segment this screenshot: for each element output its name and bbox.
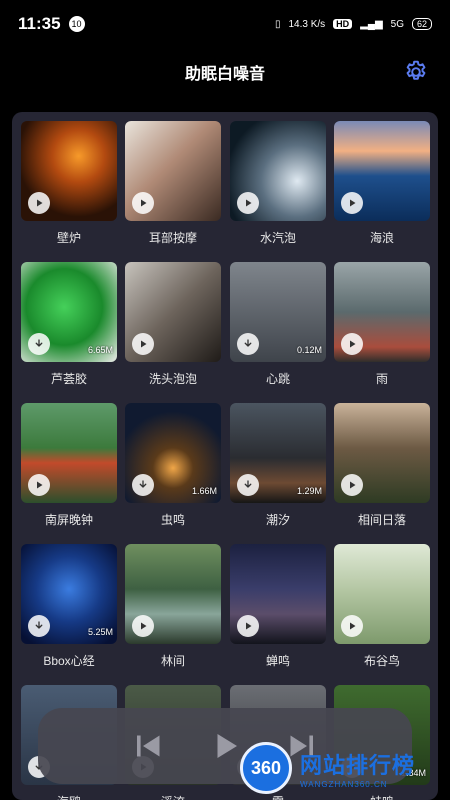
battery-indicator: 62	[411, 18, 432, 30]
file-size: 5.25M	[87, 627, 113, 637]
sound-tile[interactable]: 蝉鸣	[230, 544, 326, 669]
page-header: 助眠白噪音	[0, 48, 450, 96]
play-icon[interactable]	[205, 726, 245, 766]
sound-label: 雨	[375, 372, 388, 386]
sound-tile[interactable]: 南屏晚钟	[21, 403, 117, 528]
sound-label: 溪流	[125, 794, 221, 800]
status-bar: 11:35 10 ▯ 14.3 K/s HD ▂▄▆ 5G 62	[0, 0, 450, 48]
sound-label: 布谷鸟	[363, 654, 400, 668]
gear-icon[interactable]	[402, 58, 430, 86]
sound-tile[interactable]: 1.66M 虫鸣	[125, 403, 221, 528]
download-icon[interactable]	[28, 615, 50, 637]
skip-previous-icon[interactable]	[129, 726, 169, 766]
sound-tile[interactable]: 0.12M 心跳	[230, 262, 326, 387]
sound-label: 潮汐	[265, 513, 290, 527]
status-right: ▯ 14.3 K/s HD ▂▄▆ 5G 62	[275, 18, 432, 30]
hd-badge: HD	[333, 19, 353, 29]
sound-tile[interactable]: 壁炉	[21, 121, 117, 246]
watermark: 360 网站排行榜 WANGZHAN360.CN	[240, 736, 450, 800]
file-size: 1.29M	[296, 486, 322, 496]
play-icon[interactable]	[28, 474, 50, 496]
sound-thumbnail[interactable]: 1.66M	[125, 403, 221, 503]
network-type: 5G	[390, 18, 404, 30]
sound-tile[interactable]: 1.29M 潮汐	[230, 403, 326, 528]
play-icon[interactable]	[341, 333, 363, 355]
sound-label: 相间日落	[357, 513, 406, 527]
sound-thumbnail[interactable]	[21, 403, 117, 503]
play-icon[interactable]	[28, 192, 50, 214]
sound-label: 林间	[160, 654, 185, 668]
sound-thumbnail[interactable]	[334, 403, 430, 503]
sound-label: 心跳	[265, 372, 290, 386]
sound-thumbnail[interactable]: 1.29M	[230, 403, 326, 503]
status-time: 11:35	[18, 14, 61, 33]
sound-thumbnail[interactable]	[230, 121, 326, 221]
network-speed: 14.3 K/s	[288, 18, 326, 30]
file-size: 1.66M	[191, 486, 217, 496]
sound-label: 蝉鸣	[265, 654, 290, 668]
sound-label: 水汽泡	[259, 231, 296, 245]
signal-icon: ▂▄▆	[360, 18, 383, 30]
sound-tile[interactable]: 5.25M Bbox心经	[21, 544, 117, 669]
sound-thumbnail[interactable]: 0.12M	[230, 262, 326, 362]
notification-badge: 10	[68, 16, 85, 32]
sound-panel: 壁炉 耳部按摩 水汽泡 海浪 6.65M 芦荟胶 洗头泡泡 0.12M 心跳 雨南屏晚钟 1.66M…	[12, 112, 438, 800]
sound-tile[interactable]: 海浪	[334, 121, 430, 246]
play-icon[interactable]	[237, 615, 259, 637]
play-icon[interactable]	[341, 615, 363, 637]
play-icon[interactable]	[132, 615, 154, 637]
watermark-logo: 360	[240, 742, 292, 794]
sound-thumbnail[interactable]	[334, 121, 430, 221]
sound-thumbnail[interactable]	[334, 544, 430, 644]
play-icon[interactable]	[132, 192, 154, 214]
sound-label: 海鸥	[21, 794, 117, 800]
sound-thumbnail[interactable]	[21, 121, 117, 221]
sound-thumbnail[interactable]	[125, 262, 221, 362]
play-icon[interactable]	[341, 192, 363, 214]
file-size: 6.65M	[87, 345, 113, 355]
page-title: 助眠白噪音	[184, 66, 265, 83]
vibrate-icon: ▯	[274, 18, 281, 30]
file-size: 0.12M	[296, 345, 322, 355]
play-icon[interactable]	[237, 192, 259, 214]
sound-tile[interactable]: 林间	[125, 544, 221, 669]
sound-label: 海浪	[369, 231, 394, 245]
watermark-url: WANGZHAN360.CN	[300, 779, 388, 789]
sound-label: Bbox心经	[43, 654, 95, 668]
sound-thumbnail[interactable]: 6.65M	[21, 262, 117, 362]
sound-thumbnail[interactable]	[334, 262, 430, 362]
sound-label: 洗头泡泡	[148, 372, 197, 386]
download-icon[interactable]	[237, 333, 259, 355]
sound-tile[interactable]: 6.65M 芦荟胶	[21, 262, 117, 387]
sound-label: 南屏晚钟	[44, 513, 93, 527]
watermark-brand: 网站排行榜	[300, 752, 416, 778]
sound-label: 壁炉	[56, 231, 81, 245]
download-icon[interactable]	[237, 474, 259, 496]
sound-thumbnail[interactable]	[230, 544, 326, 644]
play-icon[interactable]	[132, 333, 154, 355]
download-icon[interactable]	[28, 333, 50, 355]
sound-tile[interactable]: 耳部按摩	[125, 121, 221, 246]
sound-thumbnail[interactable]: 5.25M	[21, 544, 117, 644]
sound-tile[interactable]: 布谷鸟	[334, 544, 430, 669]
sound-tile[interactable]: 相间日落	[334, 403, 430, 528]
sound-thumbnail[interactable]	[125, 544, 221, 644]
sound-label: 耳部按摩	[148, 231, 197, 245]
sound-tile[interactable]: 洗头泡泡	[125, 262, 221, 387]
download-icon[interactable]	[132, 474, 154, 496]
sound-thumbnail[interactable]	[125, 121, 221, 221]
play-icon[interactable]	[341, 474, 363, 496]
sound-tile[interactable]: 水汽泡	[230, 121, 326, 246]
sound-label: 虫鸣	[160, 513, 185, 527]
sound-tile[interactable]: 雨	[334, 262, 430, 387]
sound-label: 芦荟胶	[50, 372, 87, 386]
